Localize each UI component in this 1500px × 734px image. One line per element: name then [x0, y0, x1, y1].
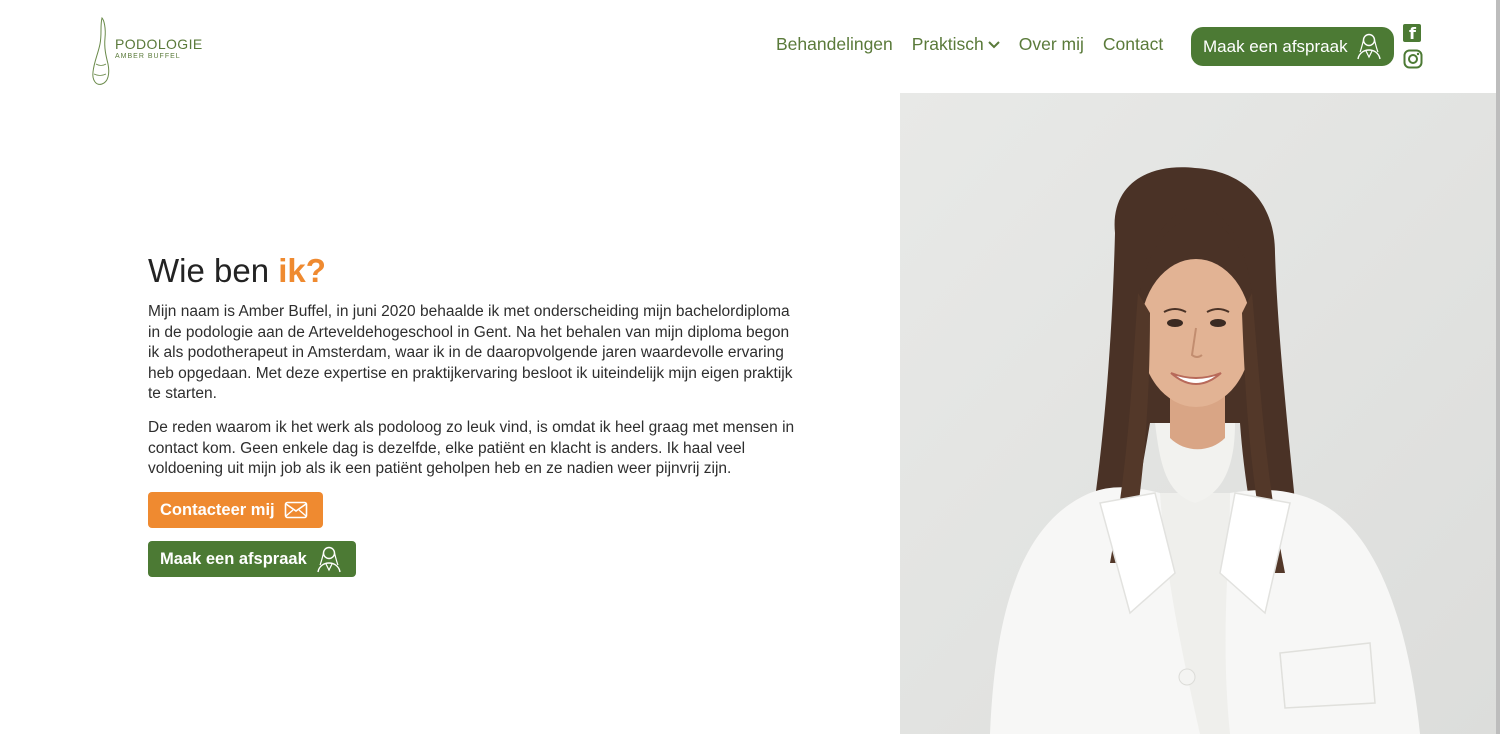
- appointment-button[interactable]: Maak een afspraak: [148, 541, 356, 577]
- about-paragraph-1: Mijn naam is Amber Buffel, in juni 2020 …: [148, 303, 793, 402]
- nav-behandelingen[interactable]: Behandelingen: [776, 34, 893, 55]
- nav-contact[interactable]: Contact: [1103, 34, 1163, 55]
- chevron-down-icon: [988, 40, 1000, 48]
- doctor-icon: [1357, 33, 1381, 60]
- heading-accent: ik?: [278, 252, 326, 289]
- logo-brand: PODOLOGIE: [115, 36, 203, 52]
- header-appointment-button[interactable]: Maak een afspraak: [1191, 27, 1394, 66]
- nav-praktisch-label: Praktisch: [911, 34, 984, 54]
- contact-button-label: Contacteer mij: [160, 500, 275, 519]
- portrait-illustration: [900, 93, 1496, 734]
- appointment-button-label: Maak een afspraak: [160, 549, 307, 568]
- facebook-icon[interactable]: f: [1403, 24, 1421, 43]
- portrait-photo: [900, 93, 1496, 734]
- instagram-icon[interactable]: [1403, 49, 1423, 69]
- mail-icon: [284, 501, 308, 519]
- about-paragraph-2: De reden waarom ik het werk als podoloog…: [148, 419, 795, 477]
- scrollbar-thumb[interactable]: [1496, 0, 1500, 734]
- contact-button[interactable]: Contacteer mij: [148, 492, 323, 528]
- nav-over-mij[interactable]: Over mij: [1019, 34, 1084, 55]
- main-nav: Behandelingen Praktisch Over mij Contact: [776, 34, 1182, 55]
- site-logo[interactable]: PODOLOGIE AMBER BUFFEL: [88, 14, 228, 90]
- nav-praktisch[interactable]: Praktisch: [912, 34, 1000, 55]
- doctor-icon: [317, 546, 341, 573]
- logo-subtitle: AMBER BUFFEL: [115, 53, 181, 60]
- page-scrollbar[interactable]: [1496, 0, 1500, 734]
- heading-main: Wie ben: [148, 252, 279, 289]
- foot-logo-icon: [92, 17, 110, 85]
- header-appointment-label: Maak een afspraak: [1203, 36, 1348, 56]
- about-heading: Wie ben ik?: [148, 252, 326, 290]
